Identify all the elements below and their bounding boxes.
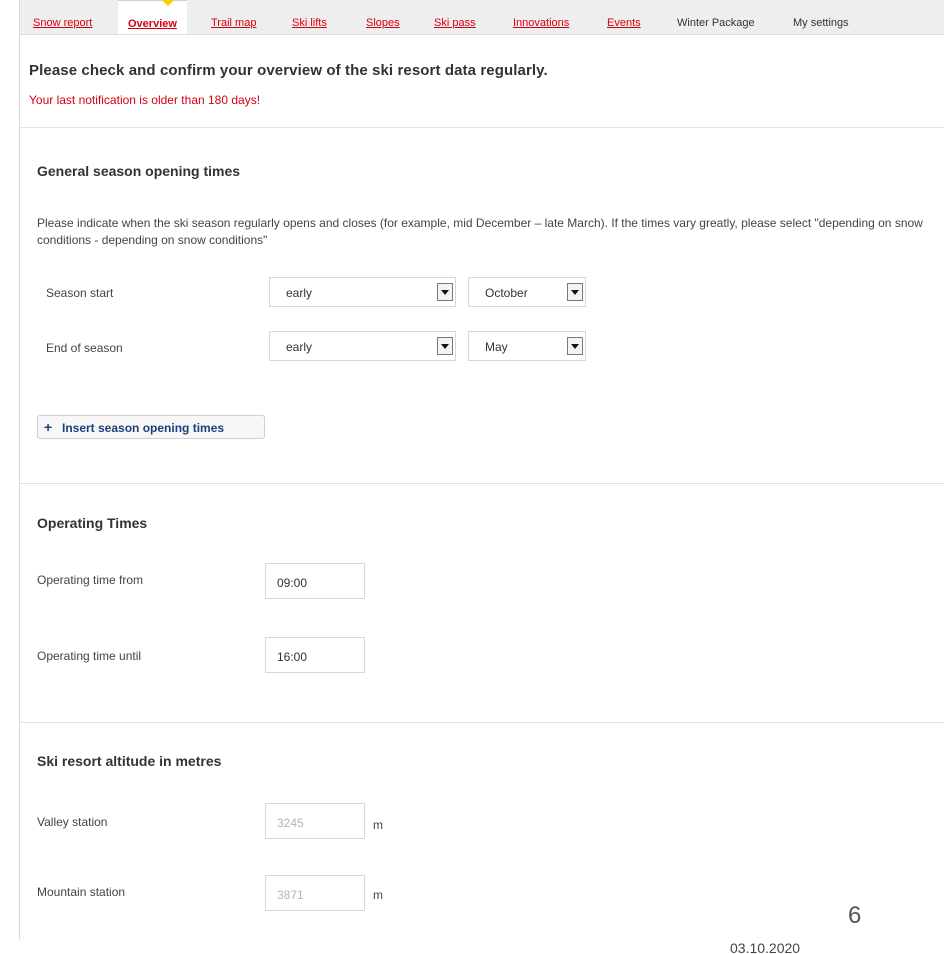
chevron-down-icon[interactable] <box>437 283 453 301</box>
altitude-section-title: Ski resort altitude in metres <box>37 753 222 769</box>
chevron-down-icon[interactable] <box>567 283 583 301</box>
season-end-month-select[interactable]: May <box>468 331 586 361</box>
tab-snow-report[interactable]: Snow report <box>33 0 92 34</box>
operating-section-title: Operating Times <box>37 515 148 531</box>
season-help-text: Please indicate when the ski season regu… <box>37 216 923 247</box>
season-start-month-value: October <box>485 286 528 300</box>
mountain-station-label: Mountain station <box>37 885 126 899</box>
operating-from-input[interactable]: 09:00 <box>265 563 365 599</box>
valley-station-unit: m <box>373 818 383 832</box>
tab-slopes[interactable]: Slopes <box>366 0 400 34</box>
tab-innovations[interactable]: Innovations <box>513 0 569 34</box>
mountain-station-value: 3871 <box>277 888 304 902</box>
tab-overview[interactable]: Overview <box>118 0 187 34</box>
nav-tabs: Snow report Overview Trail map Ski lifts… <box>20 0 944 35</box>
operating-until-label: Operating time until <box>37 649 142 663</box>
mountain-station-unit: m <box>373 888 383 902</box>
mountain-station-input[interactable]: 3871 <box>265 875 365 911</box>
season-end-label: End of season <box>46 341 123 355</box>
operating-from-value: 09:00 <box>277 576 308 590</box>
slide-number: 6 <box>848 902 862 929</box>
active-tab-marker-icon <box>162 0 174 6</box>
tab-ski-lifts[interactable]: Ski lifts <box>292 0 327 34</box>
left-border <box>19 0 20 940</box>
season-start-period-select[interactable]: early <box>269 277 456 307</box>
tab-winter-package[interactable]: Winter Package <box>677 0 755 34</box>
valley-station-value: 3245 <box>277 816 304 830</box>
operating-until-input[interactable]: 16:00 <box>265 637 365 673</box>
season-start-period-value: early <box>286 286 313 300</box>
divider <box>20 127 944 128</box>
season-start-month-select[interactable]: October <box>468 277 586 307</box>
season-end-period-select[interactable]: early <box>269 331 456 361</box>
season-end-period-value: early <box>286 340 313 354</box>
operating-from-label: Operating time from <box>37 573 144 587</box>
tab-events[interactable]: Events <box>607 0 641 34</box>
operating-until-value: 16:00 <box>277 650 308 664</box>
insert-season-times-label: Insert season opening times <box>62 421 225 435</box>
notice-warning: Your last notification is older than 180… <box>29 93 261 107</box>
valley-station-label: Valley station <box>37 815 108 829</box>
tab-trail-map[interactable]: Trail map <box>211 0 256 34</box>
chevron-down-icon[interactable] <box>567 337 583 355</box>
season-end-month-value: May <box>485 340 508 354</box>
season-section-title: General season opening times <box>37 163 241 179</box>
chevron-down-icon[interactable] <box>437 337 453 355</box>
tab-ski-pass[interactable]: Ski pass <box>434 0 476 34</box>
slide-date: 03.10.2020 <box>730 940 801 954</box>
divider <box>20 722 944 723</box>
season-start-label: Season start <box>46 286 114 300</box>
plus-icon: + <box>44 419 53 435</box>
valley-station-input[interactable]: 3245 <box>265 803 365 839</box>
page: Snow report Overview Trail map Ski lifts… <box>0 0 944 954</box>
insert-season-times-button[interactable]: + Insert season opening times <box>37 415 265 439</box>
notice-title: Please check and confirm your overview o… <box>29 62 548 79</box>
tab-my-settings[interactable]: My settings <box>793 0 849 34</box>
divider <box>20 483 944 484</box>
